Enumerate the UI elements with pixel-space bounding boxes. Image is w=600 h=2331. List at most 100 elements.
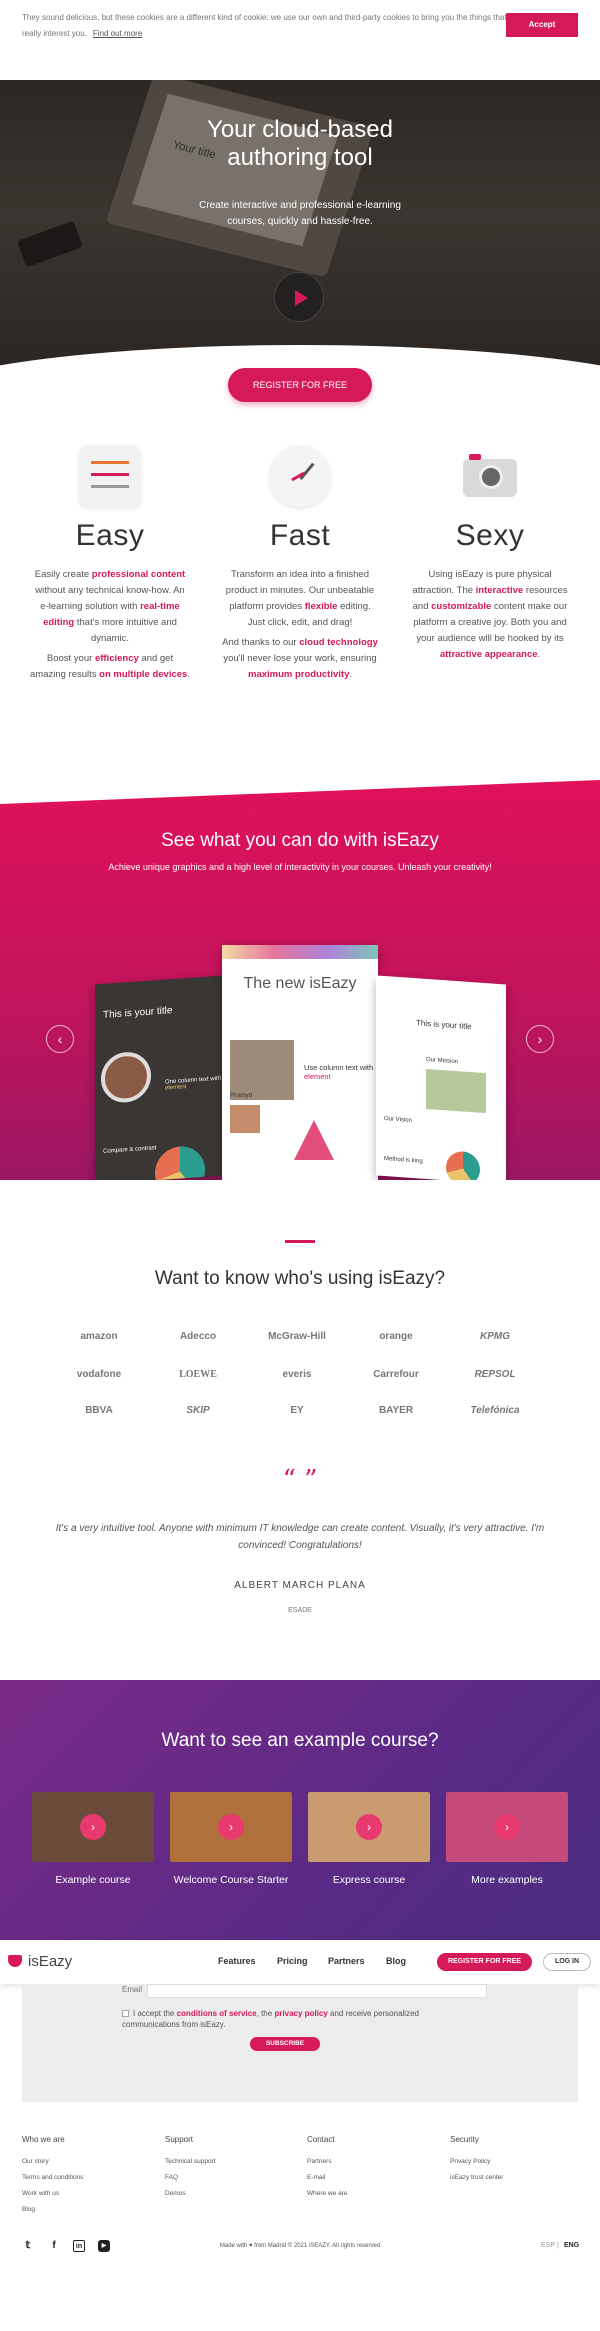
footer-heading: Contact xyxy=(307,2135,335,2144)
conditions-of-service-link[interactable]: conditions of service xyxy=(177,2009,257,2018)
terms-mid: , the xyxy=(256,2009,273,2018)
chevron-right-icon: › xyxy=(80,1814,106,1840)
card-text: One column text with element xyxy=(165,1076,223,1092)
client-logo: BAYER xyxy=(378,1405,414,1416)
camera-icon xyxy=(459,445,521,507)
clients-title: Want to know who's using isEazy? xyxy=(154,1268,446,1289)
cookie-accept-button[interactable]: Accept xyxy=(506,13,578,37)
feature-title: Sexy xyxy=(455,519,525,552)
footer-link[interactable]: FAQ xyxy=(165,2174,295,2181)
cookie-text: They sound delicious, but these cookies … xyxy=(22,10,522,42)
carousel-next-button[interactable]: › xyxy=(526,1025,554,1053)
course-card-express[interactable]: › Express course xyxy=(308,1792,430,1886)
confetti-decoration xyxy=(222,945,378,959)
footer-link[interactable]: Technical support xyxy=(165,2158,295,2165)
client-logo: SKIP xyxy=(186,1405,210,1416)
card-text: Use column text with element xyxy=(304,1063,378,1081)
feature-sexy: Sexy Using isEazy is pure physical attra… xyxy=(410,445,570,663)
footer-heading: Who we are xyxy=(22,2135,65,2144)
card-text-highlight: element xyxy=(165,1084,187,1092)
footer-link[interactable]: Terms and conditions xyxy=(22,2174,152,2181)
footer-link[interactable]: Our story xyxy=(22,2158,152,2165)
client-logo: vodafone xyxy=(76,1369,122,1380)
footer-link[interactable]: Blog xyxy=(22,2206,152,2213)
privacy-policy-link[interactable]: privacy policy xyxy=(274,2009,327,2018)
cookie-find-out-more-link[interactable]: Find out more xyxy=(93,29,142,38)
carousel-prev-button[interactable]: ‹ xyxy=(46,1025,74,1053)
people-image xyxy=(230,1040,294,1100)
client-logo: Telefónica xyxy=(470,1405,520,1416)
showcase-subtitle: Achieve unique graphics and a high level… xyxy=(108,862,492,872)
footer-column-who-we-are: Who we are Our story Terms and condition… xyxy=(22,2135,152,2222)
footer-link[interactable]: Demos xyxy=(165,2190,295,2197)
chevron-right-icon: › xyxy=(356,1814,382,1840)
nav-item-pricing[interactable]: Pricing xyxy=(277,1956,308,1966)
copyright-text: Made with ♥ from Madrid © 2021 iSEAZY. A… xyxy=(219,2243,381,2249)
footer-link[interactable]: E-mail xyxy=(307,2174,437,2181)
feature-fast: Fast Transform an idea into a finished p… xyxy=(220,445,380,683)
showcase-title: See what you can do with isEazy xyxy=(161,830,439,851)
course-card-more[interactable]: › More examples xyxy=(446,1792,568,1886)
footer-link[interactable]: Privacy Policy xyxy=(450,2158,580,2165)
photo-image xyxy=(230,1105,260,1133)
client-logo: BBVA xyxy=(85,1405,113,1416)
play-icon xyxy=(295,290,308,306)
testimonial-author: ALBERT MARCH PLANA xyxy=(234,1580,366,1591)
nav-item-blog[interactable]: Blog xyxy=(386,1956,406,1966)
footer-link[interactable]: Where we are xyxy=(307,2190,437,2197)
brand-name: isEazy xyxy=(28,1953,73,1970)
brand-logo[interactable]: isEazy xyxy=(8,1953,72,1970)
card-text: Piramyd xyxy=(230,1093,253,1099)
hero-subtitle: Create interactive and professional e-le… xyxy=(199,200,401,227)
client-logo: McGraw-Hill xyxy=(268,1331,326,1342)
course-card-example[interactable]: › Example course xyxy=(32,1792,154,1886)
card-text: Compare & contrast xyxy=(103,1145,157,1155)
footer-link[interactable]: isEazy trust center xyxy=(450,2174,580,2181)
food-image xyxy=(101,1050,151,1105)
feature-text: Using isEazy is pure physical attraction… xyxy=(412,569,568,660)
footer-link[interactable]: Partners xyxy=(307,2158,437,2165)
showcase-card-middle: The new isEazy Use column text with elem… xyxy=(222,945,378,1180)
pyramid-graphic xyxy=(294,1120,334,1160)
client-logo: amazon xyxy=(80,1331,118,1342)
hero-title: Your cloud-based authoring tool xyxy=(0,116,600,172)
lang-es-link[interactable]: ESP xyxy=(541,2242,555,2249)
hero-register-button[interactable]: REGISTER FOR FREE xyxy=(228,368,372,402)
nav-login-button[interactable]: LOG IN xyxy=(543,1953,591,1971)
footer-link[interactable]: Work with us xyxy=(22,2190,152,2197)
hero-title-text: Your cloud-based authoring tool xyxy=(207,116,393,171)
nav-item-features[interactable]: Features xyxy=(218,1956,256,1966)
course-card-welcome[interactable]: › Welcome Course Starter xyxy=(170,1792,292,1886)
client-logo: orange xyxy=(379,1331,413,1342)
nav-item-partners[interactable]: Partners xyxy=(328,1956,365,1966)
lang-en-link[interactable]: ENG xyxy=(564,2242,579,2249)
course-thumbnail: › xyxy=(446,1792,568,1862)
client-logo: REPSOL xyxy=(474,1369,516,1380)
subscribe-button[interactable]: SUBSCRIBE xyxy=(250,2037,320,2051)
email-label: Email xyxy=(122,1985,143,1994)
card-text: Our Vision xyxy=(384,1116,412,1124)
pie-graphic xyxy=(446,1150,480,1180)
feature-text: Transform an idea into a finished produc… xyxy=(225,569,375,628)
email-field[interactable] xyxy=(147,1984,487,1998)
section-divider xyxy=(285,1240,315,1243)
card-text: Method is king xyxy=(384,1156,423,1165)
client-logo: Carrefour xyxy=(373,1369,419,1380)
quote-icon: “ ” xyxy=(282,1465,318,1495)
client-logo: EY xyxy=(290,1405,304,1416)
chart-image xyxy=(155,1144,205,1180)
chevron-right-icon: › xyxy=(537,1031,543,1047)
feature-text-2: Boost your efficiency and get amazing re… xyxy=(30,653,190,680)
card-text-main: Use column text with xyxy=(304,1063,374,1072)
course-thumbnail: › xyxy=(170,1792,292,1862)
card-text: Our Mission xyxy=(426,1056,459,1066)
client-logo: Adecco xyxy=(179,1331,217,1342)
play-video-button[interactable] xyxy=(274,272,324,322)
terms-text: I accept the conditions of service, the … xyxy=(122,2008,452,2030)
chevron-right-icon: › xyxy=(494,1814,520,1840)
card-title: This is your title xyxy=(103,1005,173,1021)
example-courses-section: Want to see an example course? › Example… xyxy=(0,1680,600,1940)
newsletter-form: Email I accept the conditions of service… xyxy=(22,1984,578,2102)
course-label: More examples xyxy=(471,1874,543,1886)
nav-register-button[interactable]: REGISTER FOR FREE xyxy=(437,1953,532,1971)
